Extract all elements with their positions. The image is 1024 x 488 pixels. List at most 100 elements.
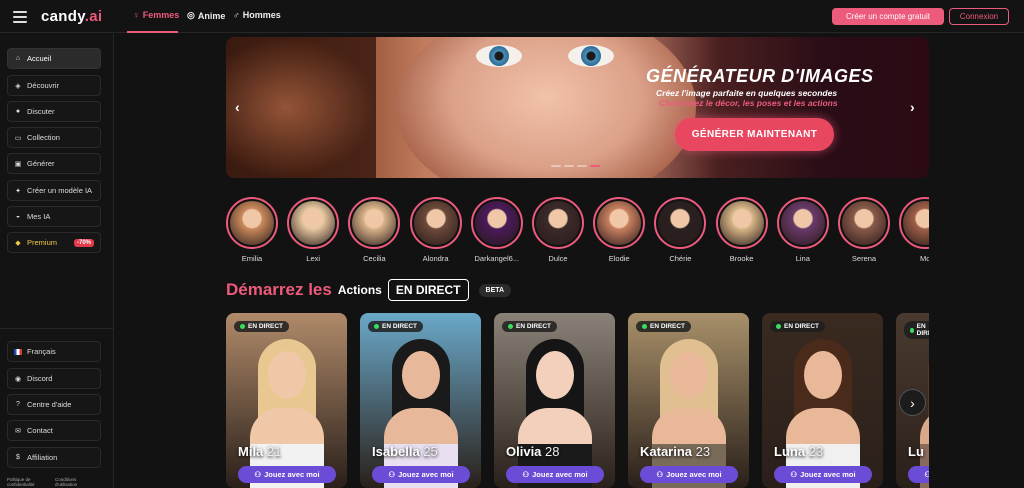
live-card[interactable]: EN DIRECT Isabella 25 ⚇ Jouez avec moi	[360, 313, 481, 488]
play-with-me-button[interactable]: ⚇Jouez avec moi	[774, 466, 872, 483]
home-icon: ⌂	[15, 55, 21, 62]
story-name: Mo	[919, 254, 929, 263]
live-label: EN DIRECT	[248, 323, 284, 330]
story-ring	[593, 197, 646, 249]
story-name: Emilia	[241, 254, 263, 263]
signup-button[interactable]: Créer un compte gratuit	[832, 8, 944, 25]
play-with-me-button[interactable]: ⚇Jouez avec moi	[372, 466, 470, 483]
story-item[interactable]: Elodie	[593, 197, 646, 263]
sidebar: ⌂ Accueil ◈ Découvrir ● Discuter ▭ Collectio…	[0, 34, 114, 488]
female-icon: ♀	[133, 10, 140, 20]
story-item[interactable]: Mo	[899, 197, 929, 263]
avatar	[780, 201, 825, 245]
avatar	[230, 201, 274, 245]
live-badge: EN DIRECT	[904, 321, 929, 339]
story-item[interactable]: Lina	[776, 197, 829, 263]
live-card[interactable]: EN DIRECT Olivia 28 ⚇ Jouez avec moi	[494, 313, 615, 488]
hamburger-menu-icon[interactable]	[13, 11, 27, 23]
live-badge: EN DIRECT	[387, 279, 469, 301]
live-label: EN DIRECT	[916, 323, 929, 337]
story-item[interactable]: Alondra	[409, 197, 462, 263]
carousel-dot-active[interactable]	[590, 165, 600, 167]
live-card[interactable]: EN DIRECT Luna 23 ⚇ Jouez avec moi	[762, 313, 883, 488]
story-item[interactable]: Chérie	[654, 197, 707, 263]
story-item[interactable]: Brooke	[715, 197, 768, 263]
play-with-me-button[interactable]: ⚇Jouez avec moi	[908, 466, 929, 483]
story-item[interactable]: Lexi	[287, 197, 340, 263]
character-age: 28	[545, 444, 560, 459]
carousel-dot[interactable]	[564, 165, 574, 167]
login-button[interactable]: Connexion	[949, 8, 1009, 25]
generate-now-button[interactable]: GÉNÉRER MAINTENANT	[675, 118, 834, 151]
story-item[interactable]: Serena	[838, 197, 890, 263]
sidebar-item-contact[interactable]: ✉ Contact	[7, 420, 101, 441]
gamepad-icon: ⚇	[656, 470, 664, 479]
character-age: 21	[266, 444, 282, 459]
privacy-link[interactable]: Politique de confidentialité	[7, 477, 45, 487]
story-ring	[532, 197, 584, 249]
gamepad-icon: ⚇	[790, 470, 798, 479]
logo[interactable]: candy.ai	[41, 8, 102, 25]
image-icon: ▣	[14, 160, 22, 168]
sidebar-item-creer-modele[interactable]: ✦ Créer un modèle IA	[7, 180, 101, 201]
sidebar-item-francais[interactable]: Français	[7, 341, 101, 362]
sidebar-item-discuter[interactable]: ● Discuter	[7, 101, 101, 122]
tab-anime[interactable]: ◎ Anime	[187, 10, 225, 21]
sidebar-item-accueil[interactable]: ⌂ Accueil	[7, 48, 101, 69]
sidebar-item-centre-aide[interactable]: ? Centre d'aide	[7, 394, 101, 415]
character-name: Katarina	[640, 444, 693, 459]
live-label: EN DIRECT	[516, 323, 552, 330]
character-image	[514, 333, 594, 488]
live-card[interactable]: EN DIRECT Katarina 23 ⚇ Jouez avec moi	[628, 313, 749, 488]
character-name: Mila	[238, 444, 264, 459]
banner-next-arrow-icon[interactable]: ›	[910, 99, 915, 115]
character-name: Isabella	[372, 444, 420, 459]
live-dot-icon	[374, 324, 379, 329]
discount-badge: -70%	[73, 238, 94, 247]
help-icon: ?	[16, 401, 20, 408]
live-badge: EN DIRECT	[502, 321, 558, 332]
hero-banner[interactable]: ‹ › GÉNÉRATEUR D'IMAGES Créez l'image pa…	[226, 37, 929, 178]
live-badge: EN DIRECT	[636, 321, 692, 332]
avatar	[474, 201, 519, 245]
tab-femmes[interactable]: ♀ Femmes	[133, 10, 179, 20]
tab-hommes[interactable]: ♂ Hommes	[233, 10, 281, 20]
tab-label: Femmes	[142, 10, 180, 20]
sidebar-item-label: Affiliation	[27, 453, 58, 462]
play-with-me-button[interactable]: ⚇Jouez avec moi	[238, 466, 336, 483]
cards-next-arrow-icon[interactable]: ›	[899, 389, 926, 416]
compass-icon: ◈	[15, 82, 21, 90]
sidebar-item-premium[interactable]: ◆ Premium -70%	[7, 232, 101, 253]
story-name: Darkangel6...	[474, 254, 520, 263]
sidebar-item-affiliation[interactable]: $ Affiliation	[7, 447, 101, 468]
carousel-dot[interactable]	[551, 165, 561, 167]
sidebar-item-collection[interactable]: ▭ Collection	[7, 127, 101, 148]
story-name: Lexi	[306, 254, 321, 263]
avatar	[413, 201, 458, 245]
play-with-me-button[interactable]: ⚇Jouez avec moi	[506, 466, 604, 483]
banner-prev-arrow-icon[interactable]: ‹	[235, 99, 240, 115]
sidebar-item-mes-ia[interactable]: ◒ Mes IA	[7, 206, 101, 227]
live-badge: EN DIRECT	[234, 321, 290, 332]
terms-link[interactable]: Conditions d'utilisation	[55, 477, 93, 487]
sidebar-item-decouvrir[interactable]: ◈ Découvrir	[7, 75, 101, 96]
story-name: Lina	[795, 254, 810, 263]
live-dot-icon	[642, 324, 647, 329]
story-item[interactable]: Cecilia	[348, 197, 401, 263]
sidebar-item-discord[interactable]: ◉ Discord	[7, 368, 101, 389]
character-name: Olivia	[506, 444, 542, 459]
sidebar-item-label: Générer	[27, 159, 55, 168]
carousel-dot[interactable]	[577, 165, 587, 167]
story-item[interactable]: Emilia	[226, 197, 278, 263]
play-with-me-button[interactable]: ⚇Jouez avec moi	[640, 466, 738, 483]
sidebar-item-label: Contact	[27, 426, 53, 435]
live-card[interactable]: EN DIRECT Mila 21 ⚇ Jouez avec moi	[226, 313, 347, 488]
sidebar-item-generer[interactable]: ▣ Générer	[7, 153, 101, 174]
card-name: Luna 23	[774, 444, 823, 459]
story-item[interactable]: Darkangel6...	[470, 197, 523, 263]
tab-label: Hommes	[242, 10, 281, 20]
collection-icon: ▭	[14, 134, 22, 142]
sidebar-item-label: Discuter	[27, 107, 55, 116]
avatar	[903, 201, 929, 245]
story-item[interactable]: Dulce	[532, 197, 584, 263]
